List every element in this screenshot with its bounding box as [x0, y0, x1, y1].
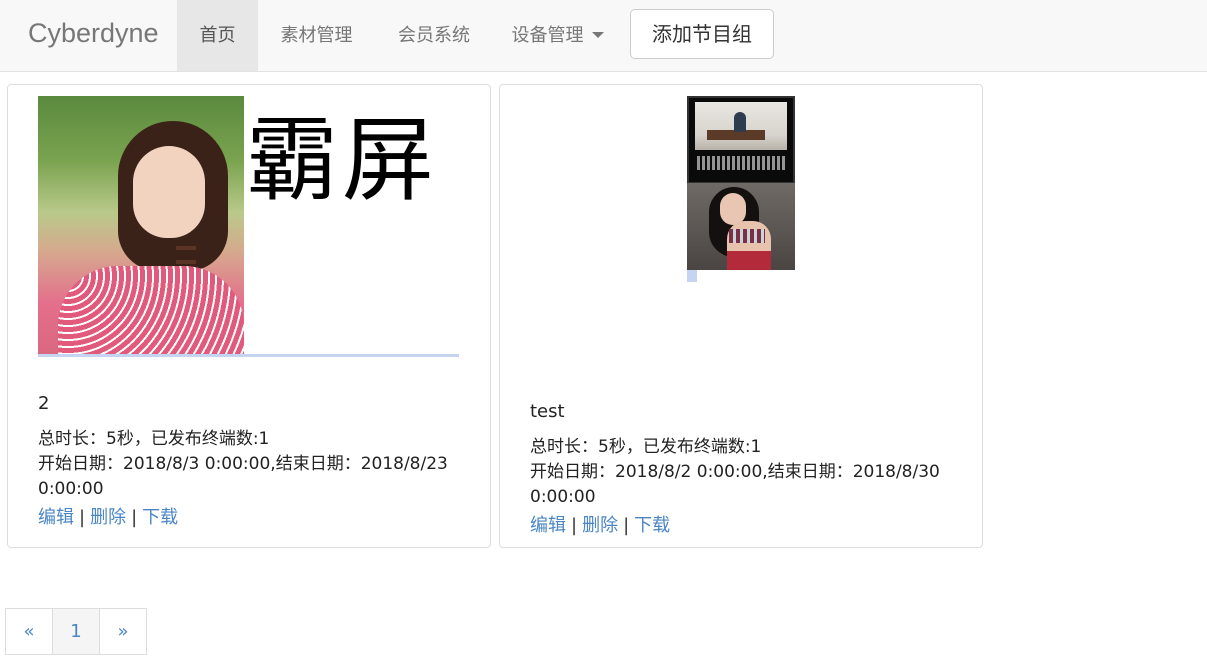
prev-page-button[interactable]: « [5, 608, 53, 655]
add-program-group-button[interactable]: 添加节目组 [630, 9, 774, 59]
selection-highlight [38, 354, 459, 357]
nav-item-member-system[interactable]: 会员系统 [375, 0, 493, 71]
preview-image-bottom [687, 183, 795, 270]
card-dates: 开始日期：2018/8/3 0:00:00,结束日期：2018/8/23 0:0… [38, 454, 448, 499]
preview-photo [38, 96, 244, 355]
edit-link[interactable]: 编辑 [530, 515, 566, 536]
next-page-button[interactable]: » [99, 608, 147, 655]
page-number-button[interactable]: 1 [52, 608, 100, 655]
card-summary: 总时长：5秒，已发布终端数:1 [38, 429, 270, 449]
edit-link[interactable]: 编辑 [38, 507, 74, 528]
card-title: test [530, 401, 565, 422]
separator: | [131, 507, 138, 528]
separator: | [571, 515, 578, 536]
photo-skirt [727, 251, 771, 270]
brand-logo[interactable]: Cyberdyne [28, 18, 159, 49]
card-dates: 开始日期：2018/8/2 0:00:00,结束日期：2018/8/30 0:0… [530, 462, 940, 507]
selection-highlight [687, 270, 697, 282]
caret-down-icon [591, 32, 604, 38]
separator: | [79, 507, 86, 528]
photo-dress [58, 266, 244, 355]
nav-item-device-management[interactable]: 设备管理 [493, 0, 622, 71]
nav-item-home[interactable]: 首页 [177, 0, 258, 71]
separator: | [623, 515, 630, 536]
download-link[interactable]: 下载 [142, 507, 178, 528]
card-actions: 编辑 | 删除 | 下载 [38, 503, 178, 529]
card-summary: 总时长：5秒，已发布终端数:1 [530, 437, 762, 457]
scene-figure [734, 112, 746, 132]
preview-image-top [687, 96, 795, 184]
photo-top [729, 229, 765, 243]
photo-face [133, 146, 205, 238]
nav-item-device-label: 设备管理 [511, 25, 584, 46]
download-link[interactable]: 下载 [634, 515, 670, 536]
top-navbar: Cyberdyne 首页 素材管理 会员系统 设备管理 添加节目组 [0, 0, 1207, 72]
card-meta: 总时长：5秒，已发布终端数:1 开始日期：2018/8/3 0:00:00,结束… [38, 427, 478, 502]
program-group-card: test 总时长：5秒，已发布终端数:1 开始日期：2018/8/2 0:00:… [499, 84, 983, 548]
program-group-card: 霸屏 2 总时长：5秒，已发布终端数:1 开始日期：2018/8/3 0:00:… [7, 84, 491, 548]
program-preview[interactable]: 霸屏 [38, 96, 459, 357]
preview-text: 霸屏 [246, 107, 439, 214]
card-actions: 编辑 | 删除 | 下载 [530, 511, 670, 537]
card-meta: 总时长：5秒，已发布终端数:1 开始日期：2018/8/2 0:00:00,结束… [530, 435, 970, 510]
nav-item-material-management[interactable]: 素材管理 [258, 0, 375, 71]
delete-link[interactable]: 删除 [90, 507, 126, 528]
program-preview[interactable] [687, 96, 797, 286]
delete-link[interactable]: 删除 [582, 515, 618, 536]
card-title: 2 [38, 393, 50, 414]
scene-caption [697, 156, 785, 170]
pagination: « 1 » [5, 608, 147, 655]
